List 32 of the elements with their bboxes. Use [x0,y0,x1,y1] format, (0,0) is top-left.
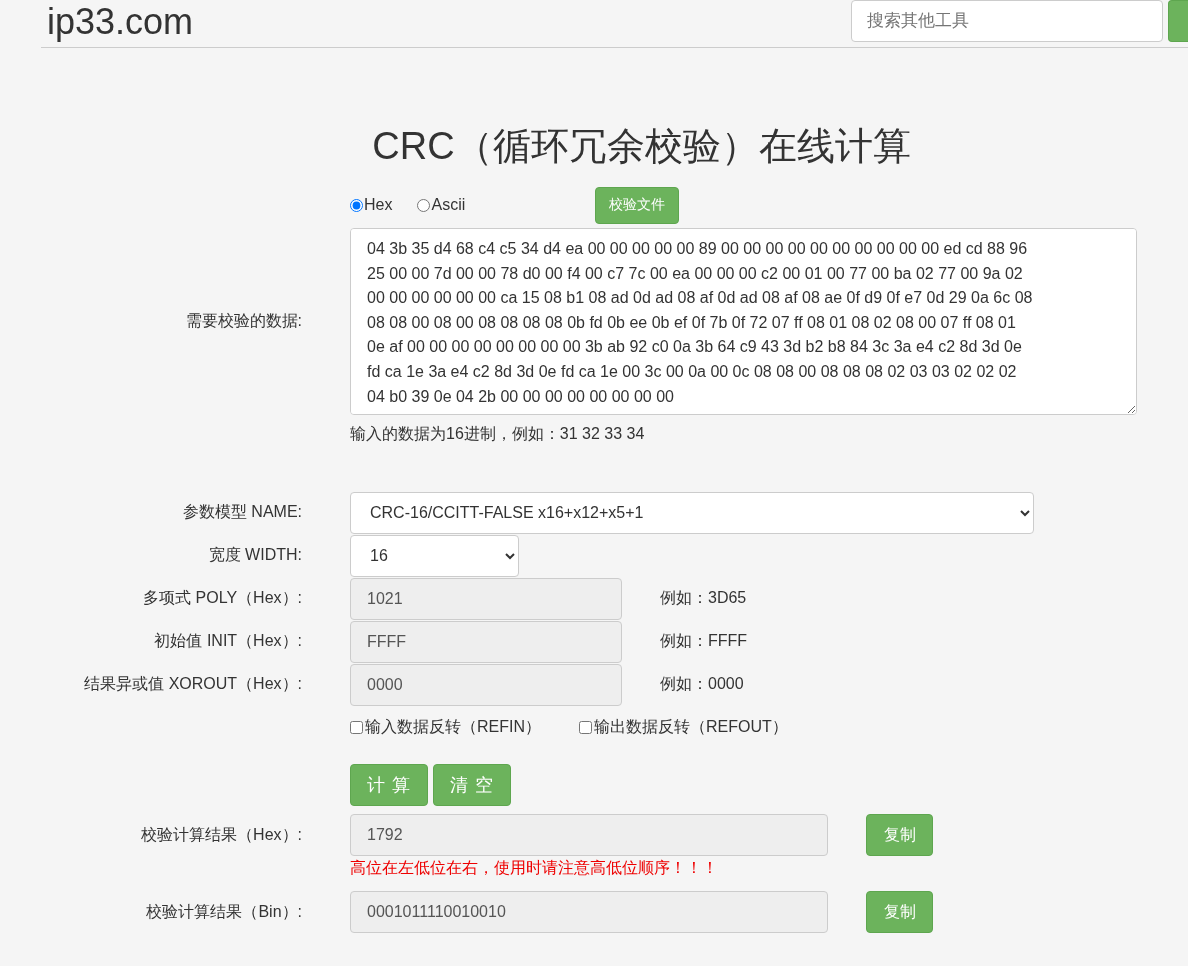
result-field[interactable]: 0001011110010010 [350,891,828,933]
model-select[interactable]: CRC-16/CCITT-FALSE x16+x12+x5+1 [350,491,1034,534]
reflect-checkbox[interactable] [350,721,363,734]
example-text: 例如：FFFF [660,631,748,651]
data-hint: 输入的数据为16进制，例如：31 32 33 34 [350,424,645,444]
example-text: 例如：0000 [660,674,744,694]
checkbox-label[interactable]: 输出数据反转（REFOUT） [594,717,788,738]
data-label: 需要校验的数据: [184,311,303,331]
checkbox-label[interactable]: 输入数据反转（REFIN） [365,717,541,738]
reflect-checkbox[interactable] [579,721,592,734]
param-label: 初始值 INIT（Hex）: [153,631,303,651]
param-field[interactable]: FFFF [350,620,622,663]
mode-radio[interactable] [417,198,431,212]
model-label: 参数模型 NAME: [181,502,303,522]
example-text: 例如：3D65 [660,588,747,608]
result-field[interactable]: 1792 [350,814,828,856]
radio-label[interactable]: Hex [364,196,393,214]
warning-text: 高位在左低位在右，使用时请注意高低位顺序！！！ [350,858,719,878]
data-textarea[interactable]: 04 3b 35 d4 68 c4 c5 34 d4 ea 00 00 00 00 00 89 00 00 00 00 00 00 00 00 00 00 ed cd 88 96 25 00 00 7d 00 00 78 d0 00 f4 00 c7 7c 00 ea 00 00 00 c2 00 01 00 77 00 ba 02 77 00 9a 02 00 00 00 00 00 00 ca 15 08 b1 08 ad 0d ad 08 af 0d ad 08 af 08 ae 0f d9 0f e7 0d 29 0a 6c 08 08 08 00 08 00 08 08 08 08 0b fd 0b ee 0b ef 0f 7b 0f 72 07 ff 08 01 08 02 08 00 07 ff 08 01 0e af 00 00 00 00 00 00 00 00 3b ab 92 c0 0a 3b 64 c9 43 3d b2 b8 84 3c 3a e4 c2 8d 3d 0e fd ca 1e 3a e4 c2 8d 3d 0e fd ca 1e 00 3c 00 0a 00 0c 08 08 00 08 08 08 02 03 03 02 02 02 04 b0 39 0e 04 2b 00 00 00 00 00 00 00 00 [350,228,1137,415]
site-logo[interactable]: ip33.com [47,0,194,44]
param-label: 结果异或值 XOROUT（Hex）: [83,674,303,694]
search-field[interactable]: 搜索其他工具 [851,0,1163,42]
result-label: 校验计算结果（Bin）: [145,902,303,922]
radio-label[interactable]: Ascii [431,196,466,214]
page-title: CRC（循环冗余校验）在线计算 [371,124,912,169]
param-field[interactable]: 1021 [350,577,622,620]
width-select[interactable]: 16 [350,534,519,577]
mode-radio[interactable] [350,198,363,212]
param-field[interactable]: 0000 [350,663,622,706]
result-label: 校验计算结果（Hex）: [140,825,303,845]
width-label: 宽度 WIDTH: [207,545,303,565]
param-label: 多项式 POLY（Hex）: [142,588,303,608]
